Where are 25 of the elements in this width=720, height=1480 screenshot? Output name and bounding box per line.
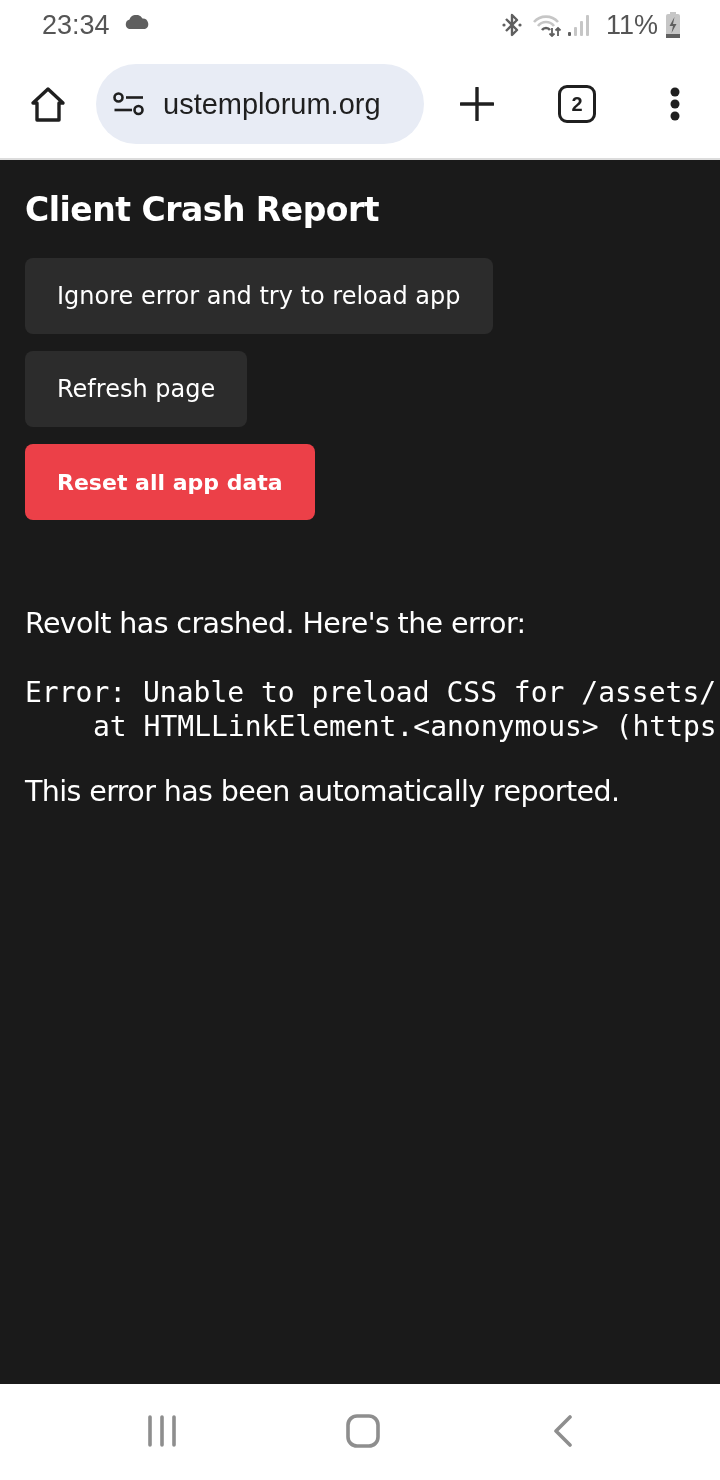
back-icon[interactable] (553, 1415, 573, 1447)
address-bar[interactable]: ustemplorum.org (96, 64, 424, 144)
page-title: Client Crash Report (25, 189, 379, 231)
wifi-icon (531, 13, 562, 37)
new-tab-icon[interactable] (460, 87, 494, 121)
site-settings-icon[interactable] (113, 92, 145, 116)
cloud-icon (123, 15, 150, 29)
reset-button[interactable]: Reset all app data (25, 444, 315, 520)
url-text: ustemplorum.org (163, 87, 381, 121)
action-button[interactable]: Refresh page (25, 351, 248, 427)
menu-icon[interactable] (670, 87, 680, 121)
tab-switcher-button[interactable]: 2 (558, 85, 596, 123)
battery-percentage: 11% (605, 9, 658, 41)
crash-message: Revolt has crashed. Here's the error: (25, 606, 526, 642)
status-time: 23:34 (42, 9, 110, 41)
stack-trace-line: at HTMLLinkElement.<anonymous> (https (93, 710, 717, 744)
error-message: Error: Unable to preload CSS for /assets/ (25, 676, 717, 710)
home-icon[interactable] (30, 86, 66, 122)
bluetooth-icon (501, 12, 522, 38)
recent-apps-icon[interactable] (147, 1415, 177, 1447)
report-notice: This error has been automatically reported. (25, 774, 620, 810)
signal-icon (567, 14, 590, 36)
action-button[interactable]: Ignore error and try to reload app (25, 258, 493, 334)
home-button-icon[interactable] (346, 1414, 380, 1448)
battery-charging-icon (666, 12, 680, 38)
